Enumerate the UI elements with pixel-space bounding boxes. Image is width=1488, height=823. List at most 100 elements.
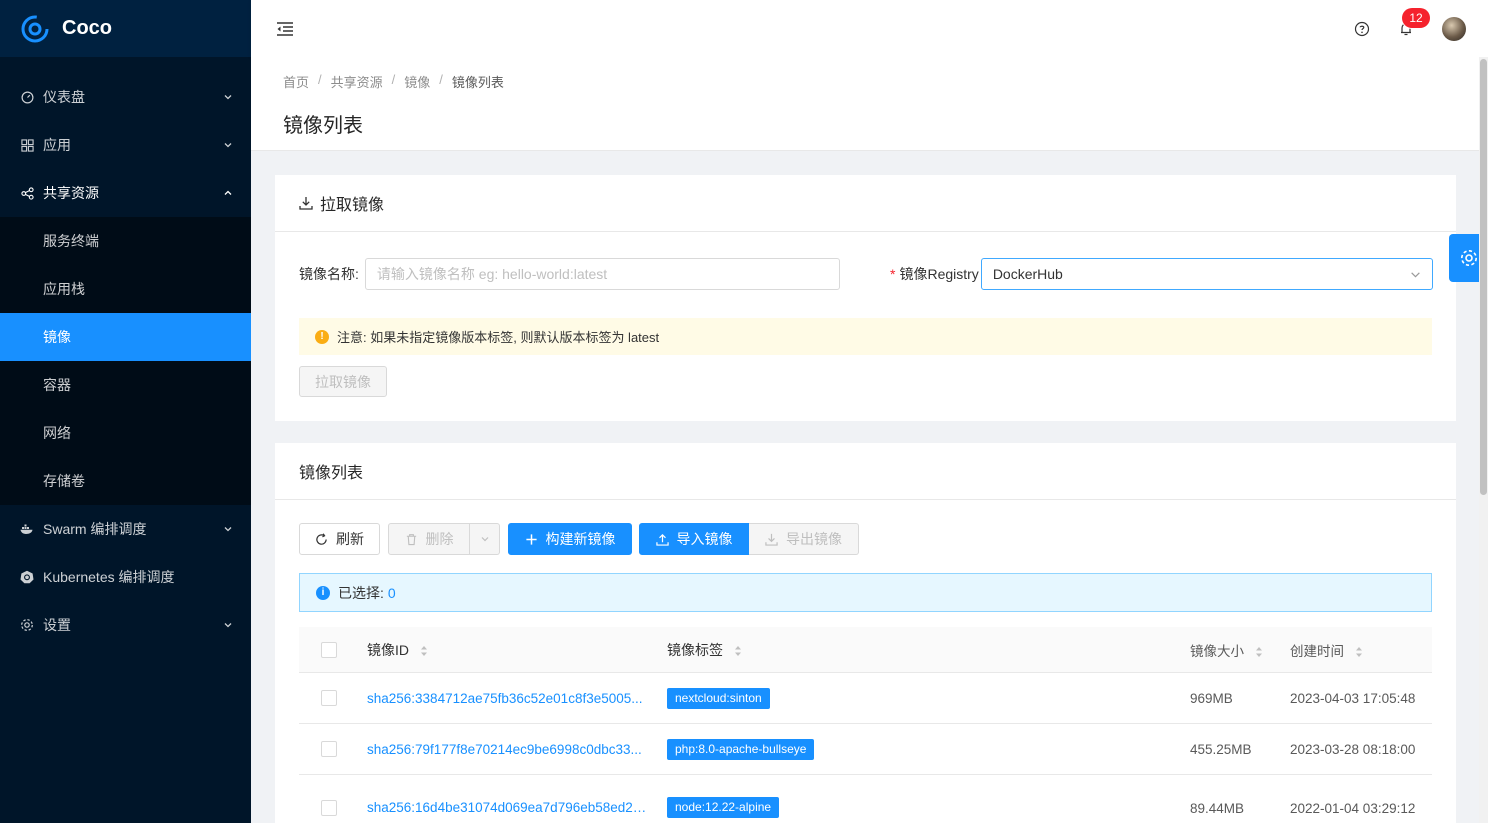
sidebar-item-app-stack[interactable]: 应用栈 xyxy=(0,265,251,313)
sidebar-item-swarm[interactable]: Swarm 编排调度 xyxy=(0,505,251,553)
image-id-link[interactable]: sha256:3384712ae75fb36c52e01c8f3e5005... xyxy=(367,691,647,706)
row-checkbox[interactable] xyxy=(321,799,337,816)
setting-icon xyxy=(20,618,34,632)
sidebar-item-service-terminal[interactable]: 服务终端 xyxy=(0,217,251,265)
image-id-link[interactable]: sha256:79f177f8e70214ec9be6998c0dbc33... xyxy=(367,742,647,757)
image-created-cell: 2022-01-04 03:29:12 xyxy=(1290,800,1432,816)
image-tag-cell: node:12.22-alpine xyxy=(667,797,1190,818)
chevron-up-icon xyxy=(224,190,232,195)
breadcrumb-separator: / xyxy=(391,72,396,87)
registry-select[interactable]: DockerHub xyxy=(980,258,1433,290)
column-label: 镜像标签 xyxy=(667,641,723,658)
table-row[interactable]: sha256:16d4be31074d069ea7d796eb58ed2a...… xyxy=(299,775,1432,823)
reload-icon xyxy=(316,532,327,545)
image-created-cell: 2023-03-28 08:18:00 xyxy=(1290,741,1432,757)
sort-icon xyxy=(734,645,741,656)
delete-button[interactable]: 删除 xyxy=(388,523,470,555)
table-row[interactable]: sha256:3384712ae75fb36c52e01c8f3e5005...… xyxy=(299,673,1432,724)
setting-icon xyxy=(1460,250,1477,266)
column-header-created[interactable]: 创建时间 xyxy=(1290,640,1432,660)
logo[interactable]: Coco xyxy=(0,0,251,57)
sidebar-item-volumes[interactable]: 存储卷 xyxy=(0,457,251,505)
pull-image-button[interactable]: 拉取镜像 xyxy=(299,366,387,397)
breadcrumb-shared-resources[interactable]: 共享资源 xyxy=(331,72,383,91)
refresh-button[interactable]: 刷新 xyxy=(299,523,380,555)
tag-notice-alert: ! 注意: 如果未指定镜像版本标签, 则默认版本标签为 latest xyxy=(299,318,1432,355)
export-image-button[interactable]: 导出镜像 xyxy=(749,523,859,555)
image-list-card: 镜像列表 刷新 删除 构建新镜像 导入镜像 导出镜像 i 已选择: 0 镜像ID… xyxy=(275,443,1456,823)
row-checkbox[interactable] xyxy=(321,690,337,706)
build-image-button[interactable]: 构建新镜像 xyxy=(508,523,632,555)
kubernetes-icon xyxy=(20,570,34,584)
download-icon xyxy=(765,533,778,546)
dashboard-icon xyxy=(20,90,34,104)
sidebar-item-label: 存储卷 xyxy=(43,473,85,489)
delete-dropdown-button[interactable] xyxy=(470,523,500,555)
avatar[interactable] xyxy=(1442,16,1466,41)
sidebar-item-images[interactable]: 镜像 xyxy=(0,313,251,361)
sidebar-item-networks[interactable]: 网络 xyxy=(0,409,251,457)
image-tag: php:8.0-apache-bullseye xyxy=(667,738,815,760)
info-icon: i xyxy=(316,585,330,600)
image-created: 2022-01-04 03:29:12 xyxy=(1290,800,1416,816)
card-header: 镜像列表 xyxy=(275,443,1456,500)
image-name-input[interactable]: 请输入镜像名称 eg: hello-world:latest xyxy=(364,258,840,290)
image-toolbar: 刷新 删除 构建新镜像 导入镜像 导出镜像 xyxy=(299,523,859,555)
table-row[interactable]: sha256:79f177f8e70214ec9be6998c0dbc33...… xyxy=(299,724,1432,775)
card-title: 镜像列表 xyxy=(299,465,364,482)
notification-badge: 12 xyxy=(1402,7,1430,28)
image-size-cell: 455.25MB xyxy=(1190,741,1290,757)
selected-count: 0 xyxy=(387,584,396,601)
card-header: 拉取镜像 xyxy=(275,175,1456,232)
notification-bell[interactable]: 12 xyxy=(1398,7,1430,37)
image-id-link[interactable]: sha256:16d4be31074d069ea7d796eb58ed2a... xyxy=(367,800,647,815)
image-id-cell: sha256:16d4be31074d069ea7d796eb58ed2a... xyxy=(367,800,667,815)
image-tag-cell: nextcloud:sinton xyxy=(667,687,1190,709)
breadcrumb-home[interactable]: 首页 xyxy=(283,72,309,91)
breadcrumb: 首页 / 共享资源 / 镜像 / 镜像列表 xyxy=(283,72,1447,91)
scrollbar-thumb[interactable] xyxy=(1480,59,1487,495)
chevron-down-icon xyxy=(224,95,232,100)
menu-fold-icon[interactable] xyxy=(276,21,294,37)
upload-icon xyxy=(655,533,669,546)
image-size: 969MB xyxy=(1190,691,1233,706)
sidebar-item-kubernetes[interactable]: Kubernetes 编排调度 xyxy=(0,553,251,601)
sidebar-item-settings[interactable]: 设置 xyxy=(0,601,251,649)
image-size: 455.25MB xyxy=(1190,742,1252,757)
header-checkbox-cell xyxy=(299,641,367,658)
sidebar-item-dashboard[interactable]: 仪表盘 xyxy=(0,73,251,121)
card-title: 拉取镜像 xyxy=(320,197,385,214)
breadcrumb-separator: / xyxy=(318,72,322,87)
sidebar-item-containers[interactable]: 容器 xyxy=(0,361,251,409)
sidebar-item-label: 设置 xyxy=(43,617,71,633)
chevron-down-icon xyxy=(1411,271,1420,278)
sort-icon xyxy=(1355,646,1362,657)
import-image-button[interactable]: 导入镜像 xyxy=(639,523,749,555)
sidebar-item-label: 容器 xyxy=(43,377,71,393)
warning-icon: ! xyxy=(315,329,329,344)
image-name-row: 镜像名称: 请输入镜像名称 eg: hello-world:latest xyxy=(299,258,840,290)
chevron-down-icon xyxy=(481,537,488,542)
sidebar-item-shared-resources[interactable]: 共享资源 xyxy=(0,169,251,217)
column-header-size[interactable]: 镜像大小 xyxy=(1190,640,1290,660)
sidebar-item-apps[interactable]: 应用 xyxy=(0,121,251,169)
select-all-checkbox[interactable] xyxy=(321,641,337,658)
selected-label: 已选择: xyxy=(338,584,384,601)
image-size: 89.44MB xyxy=(1190,800,1245,816)
refresh-button-label: 刷新 xyxy=(336,531,364,547)
page-scrollbar[interactable] xyxy=(1479,57,1488,823)
import-image-button-label: 导入镜像 xyxy=(676,531,733,547)
sidebar-menu: 仪表盘 应用 共享资源 服务终端 应用栈 镜像 容器 网络 存储卷 Swarm … xyxy=(0,73,251,649)
image-size-cell: 969MB xyxy=(1190,690,1290,706)
pull-image-button-label: 拉取镜像 xyxy=(315,373,371,390)
build-image-button-label: 构建新镜像 xyxy=(545,531,616,547)
row-checkbox[interactable] xyxy=(321,741,337,757)
breadcrumb-images[interactable]: 镜像 xyxy=(404,72,430,91)
column-header-id[interactable]: 镜像ID xyxy=(367,640,667,660)
row-checkbox-cell xyxy=(299,741,367,757)
notice-text: 注意: 如果未指定镜像版本标签, 则默认版本标签为 latest xyxy=(337,330,660,345)
column-header-tag[interactable]: 镜像标签 xyxy=(667,640,1190,660)
registry-label: 镜像Registry xyxy=(899,266,979,282)
coco-logo-icon xyxy=(21,15,49,42)
help-icon[interactable] xyxy=(1354,21,1370,37)
